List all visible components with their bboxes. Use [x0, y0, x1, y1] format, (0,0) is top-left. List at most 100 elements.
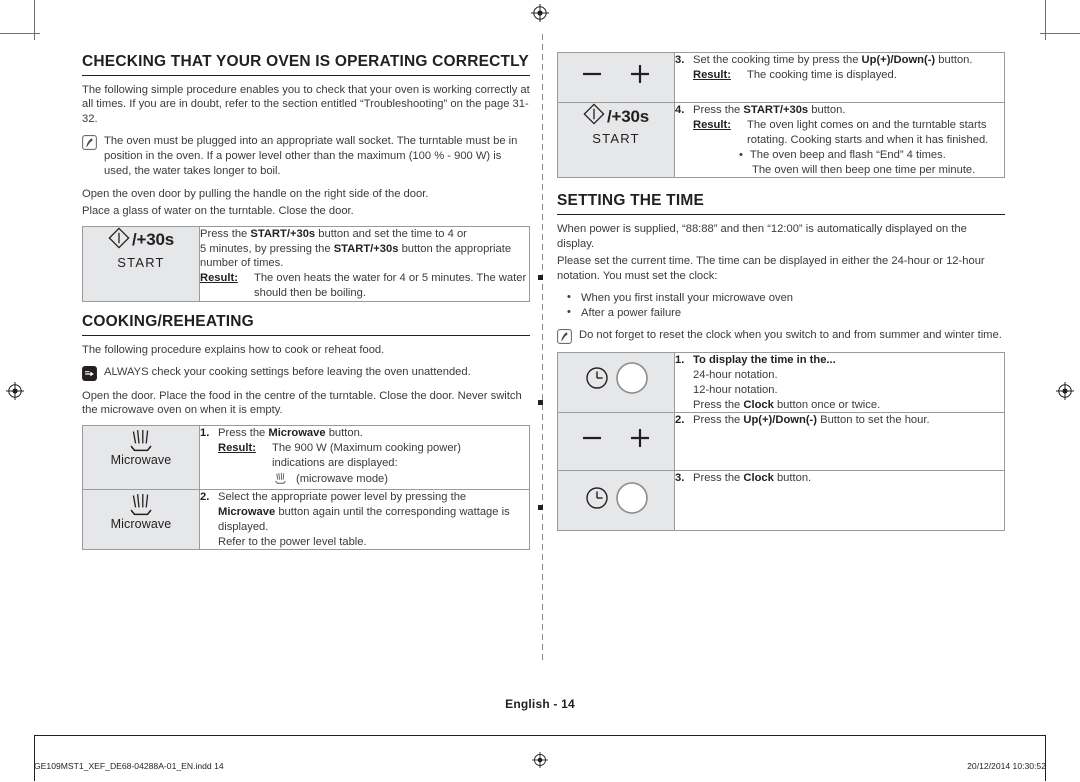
c1b: Clock — [743, 398, 774, 411]
divider-tick-2 — [538, 400, 543, 405]
text-cell: 2. Press the Up(+)/Down(-) Button to set… — [674, 412, 1005, 472]
microwave-mode-icon — [272, 471, 289, 489]
table-row: 2. Press the Up(+)/Down(-) Button to set… — [557, 412, 1005, 472]
note-block-always: ALWAYS check your cooking settings befor… — [82, 365, 530, 381]
text-cell: 1. Press the Microwave button. Result: T… — [199, 425, 530, 490]
start-key-suffix: /+30s — [131, 230, 174, 250]
step-number: 1. — [675, 353, 685, 366]
m1b: Microwave — [268, 427, 326, 440]
bullet-text-continued: The oven will then beep one time per min… — [752, 163, 976, 176]
start-key-graphic: /+30s — [83, 227, 199, 254]
result-text-2: rotating. Cooking starts and when it has… — [747, 133, 989, 146]
clock-button-icon — [615, 481, 649, 520]
step-text: Set the cooking time by press the Up(+)/… — [693, 53, 1004, 83]
note-pen-icon — [82, 135, 97, 151]
column-divider — [542, 34, 543, 664]
result-text-3: (microwave mode) — [296, 473, 389, 486]
result-label: Result: — [693, 68, 731, 81]
setting-time-para2: Please set the current time. The time ca… — [557, 254, 985, 282]
line-2: 12-hour notation. — [693, 383, 778, 396]
step-content: Press the START/+30s button and set the … — [200, 227, 529, 301]
pointing-hand-icon — [82, 365, 97, 381]
note-text-always: ALWAYS check your cooking settings befor… — [104, 365, 471, 378]
microwave-key-label: Microwave — [110, 453, 172, 468]
c2c: Button to set the hour. — [817, 414, 930, 427]
table-row: Microwave 2. Select the appropriate powe… — [82, 488, 530, 551]
clock-key-graphic — [558, 471, 674, 530]
left-column: CHECKING THAT YOUR OVEN IS OPERATING COR… — [82, 52, 530, 556]
step-text: Select the appropriate power level by pr… — [218, 490, 529, 550]
key-cell-clock-2 — [557, 470, 675, 532]
step-number: 3. — [675, 472, 685, 485]
line-3: Press the Clock button once or twice. — [693, 398, 1004, 413]
right-column: 3. Set the cooking time by press the Up(… — [557, 52, 1005, 537]
key-cell-up-down-2 — [557, 412, 675, 472]
result-label: Result: — [218, 442, 256, 455]
start-diamond-icon — [583, 103, 605, 130]
step-number: 2. — [200, 490, 210, 503]
r1c: button. — [935, 54, 973, 66]
registration-mark-left — [6, 382, 24, 400]
step-content: 1. To display the time in the... 24-hour… — [675, 353, 1004, 413]
clock-button-icon — [615, 361, 649, 400]
r1b: Up(+)/Down(-) — [861, 54, 936, 66]
result-text-2: indications are displayed: — [272, 457, 398, 470]
m2a: Microwave — [218, 505, 276, 518]
line-1: Press the Up(+)/Down(-) Button to set th… — [693, 413, 1004, 428]
step-title: To display the time in the... — [693, 353, 836, 366]
c1a: Press the — [693, 398, 744, 411]
m1a: Press the — [218, 427, 269, 440]
line-2: Microwave button again until the corresp… — [218, 505, 529, 520]
line-1: Press the Clock button. — [693, 471, 1004, 486]
table-row: 3. Press the Clock button. — [557, 470, 1005, 532]
registration-mark-right — [1056, 382, 1074, 400]
cooking-intro-text: The following procedure explains how to … — [82, 343, 385, 356]
footer-registration-mark — [532, 752, 548, 770]
crop-mark-top-right-v — [1045, 0, 1046, 40]
c2a: Press the — [693, 414, 744, 427]
cooking-procedure-table: Microwave 1. Press the Microwave button.… — [82, 425, 530, 551]
setting-time-bullet-list: When you first install your microwave ov… — [557, 290, 1005, 322]
line-1: Press the START/+30s button and set the … — [200, 227, 529, 242]
plus-icon — [629, 427, 651, 454]
result-text: The oven heats the water for 4 or 5 minu… — [254, 272, 527, 300]
t1a: Press the — [200, 227, 251, 240]
minus-icon — [581, 63, 603, 90]
step-number: 2. — [675, 414, 685, 427]
step-number: 4. — [675, 104, 685, 116]
r2c: button. — [808, 104, 846, 116]
c1c: button once or twice. — [773, 398, 881, 411]
result-text-1: The 900 W (Maximum cooking power) — [272, 442, 462, 455]
step-text: Press the START/+30s button. Result: The… — [693, 103, 1004, 177]
c3c: button. — [773, 472, 812, 485]
heading-rule-setting-time — [557, 213, 1005, 215]
text-cell: 4. Press the START/+30s button. Result: … — [674, 101, 1005, 179]
microwave-wave-icon — [83, 426, 199, 452]
footer: GE109MST1_XEF_DE68-04288A-01_EN.indd 14 … — [34, 752, 1046, 776]
note-pen-icon — [557, 328, 572, 344]
c3b: Clock — [743, 472, 774, 485]
crop-mark-top-left-h — [0, 33, 40, 34]
divider-tick-3 — [538, 505, 543, 510]
bullet-dot-icon: • — [739, 148, 743, 161]
crop-mark-top-left-v — [34, 0, 35, 40]
line-3: displayed. — [218, 520, 269, 533]
result-line: Result: The 900 W (Maximum cooking power… — [218, 441, 529, 456]
heading-rule — [82, 74, 530, 76]
table-row: /+30s START 4. Press the START/+30s butt… — [557, 101, 1005, 179]
plus-icon — [629, 63, 651, 90]
clock-icon — [584, 365, 610, 396]
line-4: Refer to the power level table. — [218, 535, 367, 548]
table-row: 3. Set the cooking time by press the Up(… — [557, 52, 1005, 103]
text-cell: Press the START/+30s button and set the … — [199, 225, 530, 303]
step-number: 1. — [200, 427, 210, 440]
start-diamond-icon — [108, 227, 130, 254]
key-cell-start: /+30s START — [82, 225, 200, 303]
step-content: 3. Set the cooking time by press the Up(… — [675, 53, 1004, 83]
line-3: number of times. — [200, 257, 284, 270]
step-content: 2. Press the Up(+)/Down(-) Button to set… — [675, 413, 1004, 428]
step-text: To display the time in the... 24-hour no… — [693, 353, 1004, 413]
m2b: button again until the corresponding wat… — [275, 505, 510, 518]
step-text: Press the Microwave button. Result: The … — [218, 426, 529, 489]
open-door-line2: Place a glass of water on the turntable.… — [82, 204, 354, 217]
